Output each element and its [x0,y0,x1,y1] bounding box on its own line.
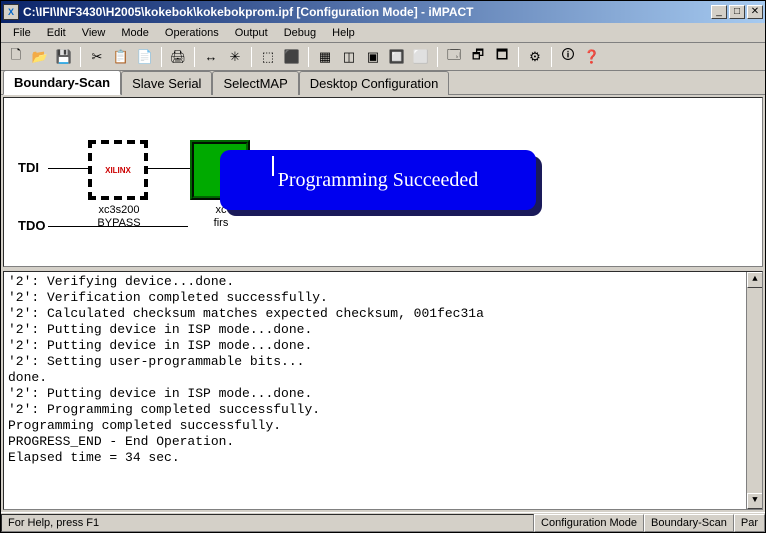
titlebar: X C:\IFI\INF3430\H2005\kokebok\kokebokpr… [1,1,765,23]
menu-edit[interactable]: Edit [39,25,74,41]
status-mode: Configuration Mode [534,514,644,532]
log-line: PROGRESS_END - End Operation. [8,434,758,450]
status-help: For Help, press F1 [1,514,534,532]
separator [194,47,195,67]
separator [551,47,552,67]
log-line: '2': Verification completed successfully… [8,290,758,306]
separator [161,47,162,67]
log-line: '2': Putting device in ISP mode...done. [8,322,758,338]
device-label-1: xc3s200 BYPASS [84,204,154,230]
log-line: Elapsed time = 34 sec. [8,450,758,466]
app-icon: X [3,4,19,20]
status-extra: Par [734,514,765,532]
xilinx-logo: XILINX [105,166,131,175]
menu-help[interactable]: Help [324,25,363,41]
paste-icon[interactable]: 📄 [134,46,156,68]
log-output[interactable]: '2': Verifying device...done. '2': Verif… [3,271,763,510]
tool-icon[interactable]: ⬚ [257,46,279,68]
log-line: '2': Setting user-programmable bits... [8,354,758,370]
cut-icon[interactable]: ✂ [86,46,108,68]
tool-icon[interactable]: 🗖 [491,46,513,68]
tool-icon[interactable]: 🗔 [443,46,465,68]
log-line: '2': Verifying device...done. [8,274,758,290]
tdi-label: TDI [18,160,39,175]
status-scan: Boundary-Scan [644,514,734,532]
menu-view[interactable]: View [74,25,114,41]
device-name-1: xc3s200 [99,204,140,216]
tool-icon[interactable]: ⚙ [524,46,546,68]
tool-icon[interactable]: ⬛ [281,46,303,68]
tool-icon[interactable]: ◫ [338,46,360,68]
scrollbar[interactable]: ▲ ▼ [746,272,762,509]
log-line: '2': Putting device in ISP mode...done. [8,386,758,402]
menu-operations[interactable]: Operations [157,25,227,41]
help-icon[interactable]: ❓ [581,46,603,68]
tool-icon[interactable]: 🛈 [557,46,579,68]
save-icon[interactable]: 💾 [53,46,75,68]
menu-debug[interactable]: Debug [276,25,324,41]
tabbar: Boundary-Scan Slave Serial SelectMAP Des… [1,71,765,95]
copy-icon[interactable]: 📋 [110,46,132,68]
status-tooltip: Programming Succeeded [220,150,536,210]
close-button[interactable]: ✕ [747,5,763,19]
statusbar: For Help, press F1 Configuration Mode Bo… [1,512,765,532]
tab-selectmap[interactable]: SelectMAP [212,71,298,95]
log-line: done. [8,370,758,386]
tooltip-text: Programming Succeeded [278,169,479,192]
tab-slave-serial[interactable]: Slave Serial [121,71,212,95]
print-icon[interactable]: 🖨 [167,46,189,68]
tool-icon[interactable]: 🔲 [386,46,408,68]
tool-icon[interactable]: ▣ [362,46,384,68]
separator [518,47,519,67]
scroll-down-icon[interactable]: ▼ [747,493,763,509]
minimize-button[interactable]: _ [711,5,727,19]
separator [80,47,81,67]
window-title: C:\IFI\INF3430\H2005\kokebok\kokebokprom… [23,5,709,19]
menu-mode[interactable]: Mode [113,25,157,41]
menu-output[interactable]: Output [227,25,276,41]
tool-icon[interactable]: ↔ [200,46,222,68]
menubar: File Edit View Mode Operations Output De… [1,23,765,43]
separator [251,47,252,67]
device-mode-2: firs [214,217,229,229]
tool-icon[interactable]: 🗗 [467,46,489,68]
tool-icon[interactable]: ✳ [224,46,246,68]
open-icon[interactable]: 📂 [29,46,51,68]
tab-boundary-scan[interactable]: Boundary-Scan [3,70,121,95]
new-icon[interactable]: 🗋 [5,46,27,68]
maximize-button[interactable]: □ [729,5,745,19]
wire [48,168,88,169]
toolbar: 🗋 📂 💾 ✂ 📋 📄 🖨 ↔ ✳ ⬚ ⬛ ▦ ◫ ▣ 🔲 ⬜ 🗔 🗗 🗖 ⚙ … [1,43,765,71]
scan-canvas[interactable]: TDI TDO XILINX xc3s200 BYPASS xc firs Pr… [3,97,763,267]
log-line: '2': Putting device in ISP mode...done. [8,338,758,354]
wire [148,168,190,169]
scroll-up-icon[interactable]: ▲ [747,272,763,288]
log-line: Programming completed successfully. [8,418,758,434]
device-chip-1[interactable]: XILINX [88,140,148,200]
caret-indicator [272,156,274,176]
tab-desktop-configuration[interactable]: Desktop Configuration [299,71,450,95]
tool-icon[interactable]: ⬜ [410,46,432,68]
device-mode-1: BYPASS [97,217,140,229]
separator [308,47,309,67]
log-line: '2': Programming completed successfully. [8,402,758,418]
log-line: '2': Calculated checksum matches expecte… [8,306,758,322]
tdo-label: TDO [18,218,45,233]
separator [437,47,438,67]
tool-icon[interactable]: ▦ [314,46,336,68]
menu-file[interactable]: File [5,25,39,41]
